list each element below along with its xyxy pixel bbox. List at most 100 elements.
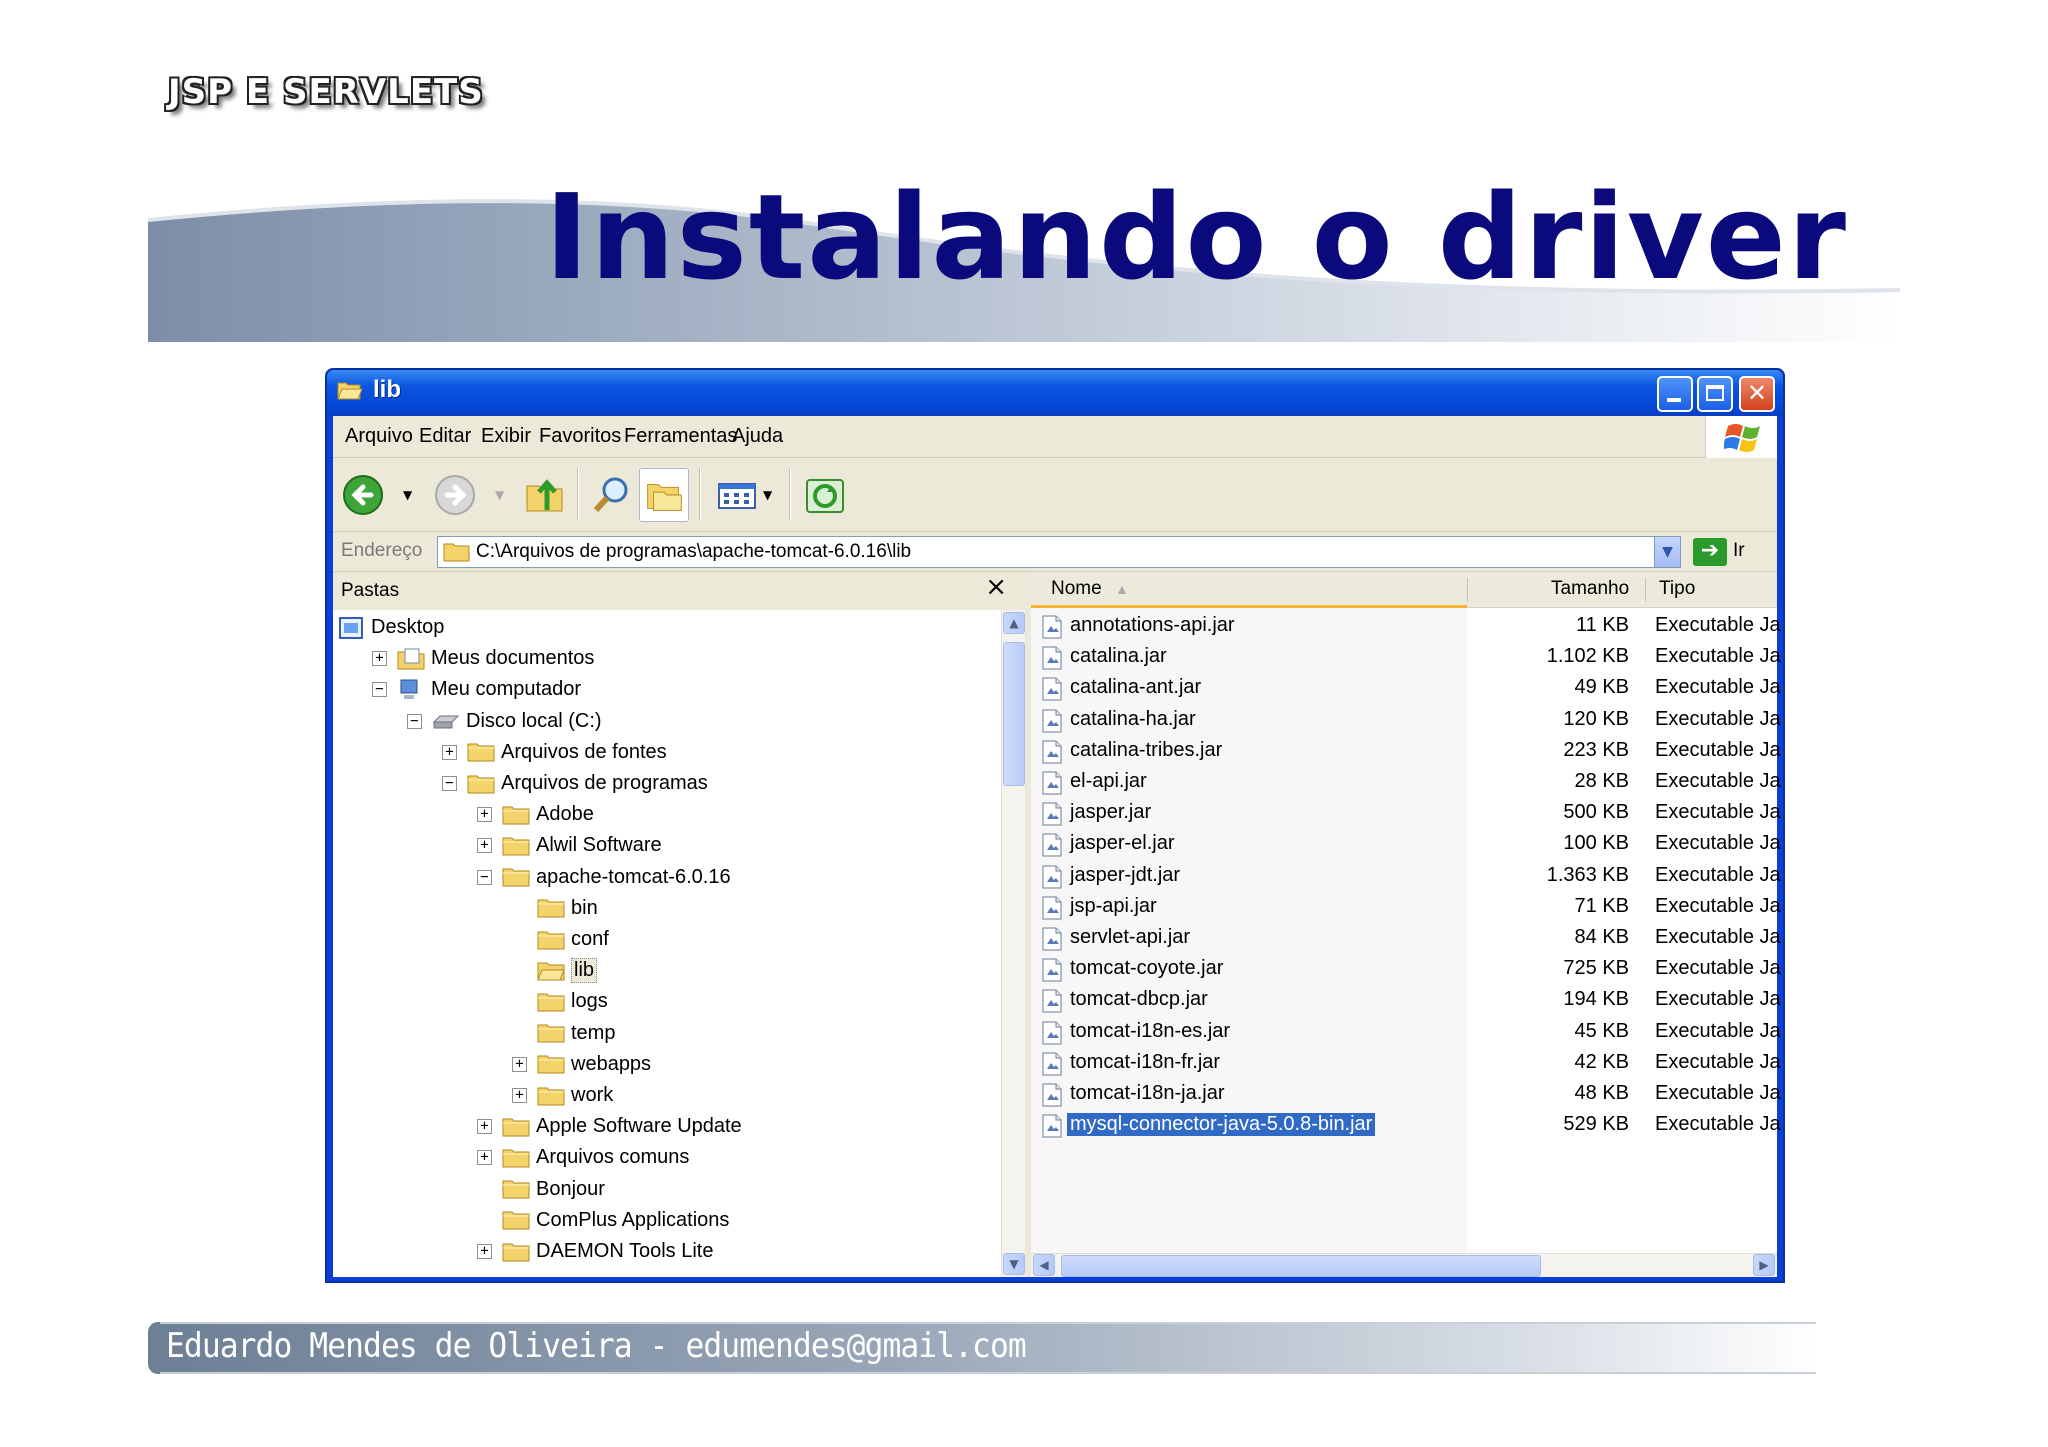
file-row[interactable]: tomcat-i18n-fr.jar 42 KB Executable Ja bbox=[1031, 1049, 1781, 1080]
folders-button[interactable] bbox=[639, 468, 689, 522]
expand-icon[interactable]: + bbox=[512, 1088, 527, 1103]
file-size: 1.363 KB bbox=[1546, 863, 1629, 886]
folders-close-button[interactable]: × bbox=[985, 572, 1007, 602]
search-icon bbox=[593, 477, 628, 513]
back-button[interactable] bbox=[341, 468, 391, 522]
file-row[interactable]: jasper-jdt.jar 1.363 KB Executable Ja bbox=[1031, 862, 1781, 893]
scroll-thumb[interactable] bbox=[1061, 1255, 1541, 1277]
close-icon: ✕ bbox=[1746, 379, 1768, 407]
go-label[interactable]: Ir bbox=[1733, 540, 1745, 562]
file-row[interactable]: catalina-ha.jar 120 KB Executable Ja bbox=[1031, 706, 1781, 737]
file-type: Executable Ja bbox=[1655, 801, 1781, 824]
folder-tree-item[interactable]: + Adobe bbox=[477, 799, 594, 830]
expand-icon[interactable]: + bbox=[512, 1056, 527, 1072]
file-row[interactable]: jasper-el.jar 100 KB Executable Ja bbox=[1031, 830, 1781, 861]
file-row[interactable]: jsp-api.jar 71 KB Executable Ja bbox=[1031, 893, 1781, 924]
folder-tree-item[interactable]: + work bbox=[512, 1080, 613, 1111]
file-row[interactable]: tomcat-dbcp.jar 194 KB Executable Ja bbox=[1031, 986, 1781, 1017]
minimize-button[interactable] bbox=[1657, 376, 1693, 412]
expand-icon[interactable]: + bbox=[372, 651, 387, 667]
folder-tree-item[interactable]: Desktop bbox=[337, 612, 444, 643]
folder-tree-item[interactable]: − Disco local (C:) bbox=[407, 706, 602, 737]
menu-arquivo[interactable]: Arquivo bbox=[345, 425, 413, 448]
collapse-icon[interactable]: − bbox=[372, 682, 387, 698]
column-header-name[interactable]: Nome bbox=[1051, 578, 1102, 600]
menu-ajuda[interactable]: Ajuda bbox=[732, 425, 783, 448]
folder-tree-item[interactable]: + Arquivos de fontes bbox=[442, 737, 667, 768]
file-row[interactable]: mysql-connector-java-5.0.8-bin.jar 529 KB… bbox=[1031, 1111, 1781, 1142]
back-dropdown-icon[interactable]: ▼ bbox=[403, 488, 412, 502]
file-row[interactable]: tomcat-coyote.jar 725 KB Executable Ja bbox=[1031, 955, 1781, 986]
file-size: 45 KB bbox=[1574, 1019, 1629, 1042]
expand-icon[interactable]: + bbox=[477, 1244, 492, 1259]
menu-ferramentas[interactable]: Ferramentas bbox=[624, 425, 737, 448]
folder-tree-item[interactable]: − apache-tomcat-6.0.16 bbox=[477, 862, 731, 893]
folder-tree-scrollbar[interactable]: ▲ ▼ bbox=[1001, 610, 1025, 1277]
scroll-left-button[interactable]: ◀ bbox=[1033, 1254, 1055, 1276]
column-header-type[interactable]: Tipo bbox=[1659, 578, 1695, 600]
forward-dropdown-icon[interactable]: ▼ bbox=[495, 488, 504, 502]
views-dropdown-icon[interactable]: ▼ bbox=[763, 488, 772, 502]
maximize-button[interactable] bbox=[1697, 376, 1733, 412]
folder-tree-label: Alwil Software bbox=[536, 834, 662, 857]
expand-icon[interactable]: + bbox=[477, 1150, 492, 1166]
folder-tree-item[interactable]: − Arquivos de programas bbox=[442, 768, 708, 799]
file-row[interactable]: jasper.jar 500 KB Executable Ja bbox=[1031, 799, 1781, 830]
file-row[interactable]: tomcat-i18n-ja.jar 48 KB Executable Ja bbox=[1031, 1080, 1781, 1111]
collapse-icon[interactable]: − bbox=[407, 713, 422, 729]
up-folder-button[interactable] bbox=[521, 468, 571, 522]
sync-button[interactable] bbox=[801, 468, 851, 522]
scroll-thumb[interactable] bbox=[1003, 642, 1025, 786]
file-name: servlet-api.jar bbox=[1070, 926, 1191, 948]
column-header-size[interactable]: Tamanho bbox=[1551, 578, 1629, 600]
column-separator[interactable] bbox=[1645, 578, 1646, 602]
file-name: tomcat-coyote.jar bbox=[1070, 957, 1224, 980]
file-type: Executable Ja bbox=[1655, 988, 1781, 1011]
close-button[interactable]: ✕ bbox=[1739, 376, 1775, 412]
menu-exibir[interactable]: Exibir bbox=[481, 425, 531, 448]
collapse-icon[interactable]: − bbox=[477, 869, 492, 885]
folder-tree-item[interactable]: + Alwil Software bbox=[477, 830, 662, 861]
menu-favoritos[interactable]: Favoritos bbox=[539, 425, 621, 448]
title-bar[interactable]: lib ✕ bbox=[327, 370, 1783, 416]
expand-icon[interactable]: + bbox=[442, 744, 457, 760]
folder-tree-item[interactable]: + Apple Software Update bbox=[477, 1111, 742, 1142]
folder-tree-item[interactable]: + webapps bbox=[512, 1049, 651, 1080]
folder-tree-item[interactable]: − Meu computador bbox=[372, 674, 581, 705]
address-dropdown-button[interactable]: ▼ bbox=[1654, 537, 1680, 567]
search-button[interactable] bbox=[587, 468, 637, 522]
folder-tree-item[interactable]: lib bbox=[512, 955, 598, 986]
folder-tree-item[interactable]: + DAEMON Tools Lite bbox=[477, 1236, 713, 1267]
folder-tree-item[interactable]: Bonjour bbox=[477, 1174, 605, 1205]
views-button[interactable] bbox=[713, 468, 763, 522]
scroll-up-button[interactable]: ▲ bbox=[1003, 612, 1025, 634]
folder-tree-item[interactable]: bin bbox=[512, 893, 598, 924]
folder-icon bbox=[537, 1085, 565, 1107]
menu-editar[interactable]: Editar bbox=[419, 425, 471, 448]
file-list-scrollbar[interactable]: ◀ ▶ bbox=[1031, 1253, 1777, 1277]
column-separator[interactable] bbox=[1467, 578, 1468, 602]
folder-tree-item[interactable]: logs bbox=[512, 986, 608, 1017]
file-row[interactable]: el-api.jar 28 KB Executable Ja bbox=[1031, 768, 1781, 799]
file-row[interactable]: tomcat-i18n-es.jar 45 KB Executable Ja bbox=[1031, 1018, 1781, 1049]
collapse-icon[interactable]: − bbox=[442, 776, 457, 791]
address-input[interactable]: C:\Arquivos de programas\apache-tomcat-6… bbox=[437, 536, 1681, 568]
folder-tree-item[interactable]: temp bbox=[512, 1018, 615, 1049]
file-row[interactable]: catalina-ant.jar 49 KB Executable Ja bbox=[1031, 674, 1781, 705]
scroll-right-button[interactable]: ▶ bbox=[1753, 1254, 1775, 1276]
go-button[interactable]: ➔ bbox=[1693, 538, 1727, 566]
folder-tree-item[interactable]: + Arquivos comuns bbox=[477, 1142, 689, 1173]
folder-tree-item[interactable]: conf bbox=[512, 924, 609, 955]
folder-tree-item[interactable]: ComPlus Applications bbox=[477, 1205, 729, 1236]
expand-icon[interactable]: + bbox=[477, 807, 492, 823]
file-row[interactable]: servlet-api.jar 84 KB Executable Ja bbox=[1031, 924, 1781, 955]
folder-tree-item[interactable]: + Meus documentos bbox=[372, 643, 594, 674]
expand-icon[interactable]: + bbox=[477, 1119, 492, 1135]
expand-icon[interactable]: + bbox=[477, 838, 492, 854]
forward-button[interactable] bbox=[433, 468, 483, 522]
scroll-down-button[interactable]: ▼ bbox=[1003, 1253, 1025, 1275]
file-name: catalina-tribes.jar bbox=[1070, 738, 1223, 761]
file-row[interactable]: catalina.jar 1.102 KB Executable Ja bbox=[1031, 643, 1781, 674]
file-row[interactable]: catalina-tribes.jar 223 KB Executable Ja bbox=[1031, 737, 1781, 768]
file-row[interactable]: annotations-api.jar 11 KB Executable Ja bbox=[1031, 612, 1781, 643]
